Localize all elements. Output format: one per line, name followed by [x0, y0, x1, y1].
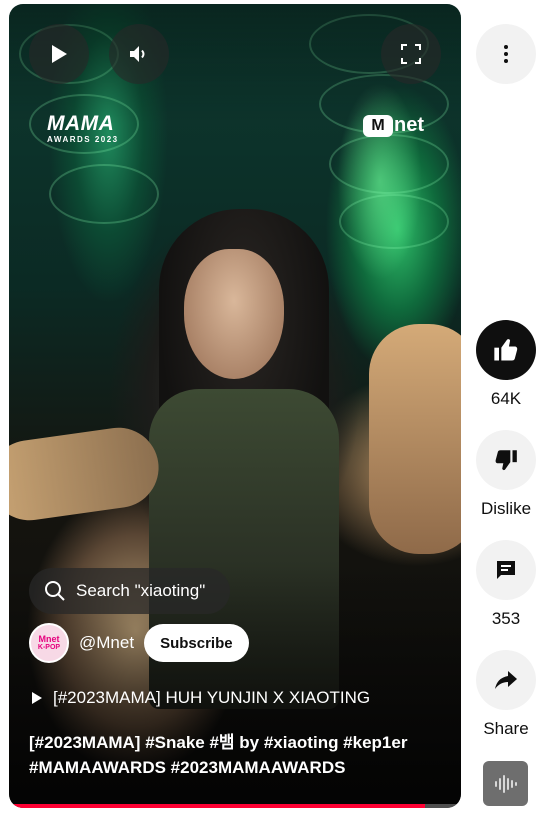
snake-scale-decoration	[339, 194, 449, 249]
related-video-link[interactable]: [#2023MAMA] HUH YUNJIN X XIAOTING	[31, 688, 370, 708]
search-suggestion-pill[interactable]: Search "xiaoting"	[29, 568, 230, 614]
volume-button[interactable]	[109, 24, 169, 84]
search-icon	[45, 581, 65, 601]
progress-bar-fill	[9, 804, 425, 808]
search-suggestion-text: Search "xiaoting"	[76, 581, 206, 600]
volume-icon	[130, 46, 145, 62]
channel-handle[interactable]: @Mnet	[79, 633, 134, 653]
snake-scale-decoration	[49, 164, 159, 224]
dancer-arm	[369, 324, 461, 554]
fullscreen-button[interactable]	[381, 24, 441, 84]
mnet-logo-mark: M	[363, 114, 393, 137]
more-options-button[interactable]	[476, 24, 536, 84]
mnet-logo-text: net	[394, 114, 424, 136]
play-button[interactable]	[29, 24, 89, 84]
like-button[interactable]	[476, 320, 536, 380]
subscribe-button[interactable]: Subscribe	[144, 624, 249, 662]
sound-button[interactable]	[483, 761, 528, 806]
avatar-text-line2: K-POP	[37, 643, 61, 651]
share-label: Share	[483, 719, 529, 738]
comment-count: 353	[491, 609, 521, 628]
dislike-button[interactable]	[476, 430, 536, 490]
play-triangle-icon	[32, 692, 42, 704]
comment-icon	[497, 561, 515, 579]
comments-button[interactable]	[476, 540, 536, 600]
thumbs-up-icon	[494, 339, 518, 361]
shorts-page: MAMA AWARDS 2023 M net Search "xiaoting"…	[0, 0, 547, 817]
channel-avatar[interactable]: Mnet K-POP	[29, 623, 69, 663]
mama-logo-subtext: AWARDS 2023	[47, 135, 119, 144]
play-icon	[52, 45, 67, 63]
video-caption: [#2023MAMA] #Snake #뱀 by #xiaoting #kep1…	[29, 730, 439, 780]
channel-row: Mnet K-POP @Mnet Subscribe	[29, 622, 249, 664]
caption-line-1[interactable]: [#2023MAMA] #Snake #뱀 by #xiaoting #kep1…	[29, 730, 439, 755]
like-count: 64K	[490, 389, 522, 408]
fullscreen-icon	[401, 44, 421, 64]
performer-face	[184, 249, 284, 379]
mama-logo-text: MAMA	[47, 112, 115, 135]
sound-waveform-icon	[494, 774, 517, 793]
caption-line-2[interactable]: #MAMAAWARDS #2023MAMAAWARDS	[29, 755, 439, 780]
avatar-text-line1: Mnet	[38, 633, 60, 644]
mnet-logo: M net	[363, 114, 424, 137]
share-icon	[495, 671, 517, 689]
progress-bar[interactable]	[9, 804, 461, 808]
snake-scale-decoration	[329, 134, 449, 194]
mama-awards-logo: MAMA AWARDS 2023	[47, 112, 119, 145]
related-video-title: [#2023MAMA] HUH YUNJIN X XIAOTING	[53, 688, 371, 707]
more-vertical-icon	[504, 45, 508, 63]
dislike-label: Dislike	[480, 499, 532, 518]
video-player[interactable]: MAMA AWARDS 2023 M net Search "xiaoting"…	[9, 4, 461, 808]
share-button[interactable]	[476, 650, 536, 710]
thumbs-down-icon	[495, 450, 517, 471]
dancer-arm	[9, 422, 164, 526]
